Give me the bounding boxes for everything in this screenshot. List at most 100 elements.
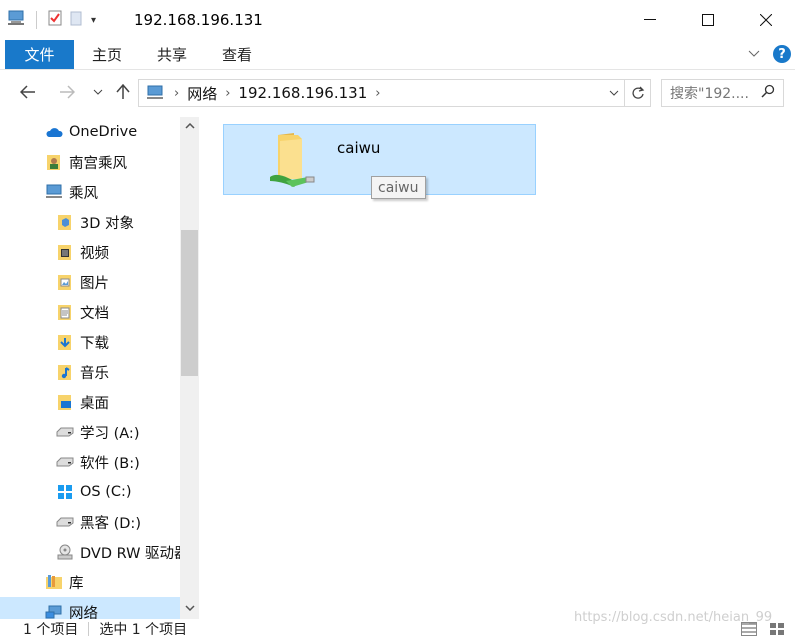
- pictures-icon: [56, 273, 74, 291]
- tab-home[interactable]: 主页: [92, 40, 122, 69]
- breadcrumb-separator-icon[interactable]: ›: [174, 86, 179, 101]
- breadcrumb-network[interactable]: 网络: [187, 83, 217, 104]
- windows-drive-icon: [56, 483, 74, 501]
- folder-tooltip: caiwu: [371, 176, 426, 199]
- ribbon-tabs: 文件 主页 共享 查看 ?: [0, 40, 795, 70]
- sidebar-item-label: 学习 (A:): [80, 425, 140, 442]
- sidebar-item-network[interactable]: 网络: [0, 597, 180, 619]
- sidebar-item-drive-c[interactable]: OS (C:): [0, 477, 180, 507]
- tab-file[interactable]: 文件: [5, 40, 74, 69]
- sidebar-item-label: 3D 对象: [80, 215, 134, 232]
- cloud-icon: [45, 123, 63, 141]
- new-folder-icon[interactable]: [69, 10, 85, 30]
- sidebar-item-label: 桌面: [80, 395, 109, 412]
- file-explorer-window: ▾ 192.168.196.131 文件 主页 共享 查看 ? › 网络 › 1…: [0, 0, 795, 638]
- sidebar-item-label: 库: [69, 575, 84, 592]
- selected-count: 选中 1 个项目: [99, 621, 188, 638]
- close-button[interactable]: [737, 0, 795, 40]
- sidebar-item-label: 视频: [80, 245, 109, 262]
- documents-icon: [56, 303, 74, 321]
- refresh-button[interactable]: [624, 80, 650, 106]
- sidebar-item-label: 乘风: [69, 185, 98, 202]
- sidebar-scrollbar[interactable]: [180, 117, 199, 619]
- tab-share[interactable]: 共享: [157, 40, 187, 69]
- shared-folder-icon: [268, 131, 320, 193]
- status-bar: 1 个项目 选中 1 个项目: [0, 619, 795, 638]
- sidebar-item-label: 图片: [80, 275, 109, 292]
- search-placeholder: 搜索"192....: [670, 86, 749, 102]
- music-icon: [56, 363, 74, 381]
- sidebar-item-drive-b[interactable]: 软件 (B:): [0, 447, 180, 477]
- library-icon: [45, 573, 63, 591]
- downloads-icon: [56, 333, 74, 351]
- sidebar-item-user[interactable]: 南宫乘风: [0, 147, 180, 177]
- toolbar-divider: [36, 11, 37, 29]
- desktop-icon: [56, 393, 74, 411]
- computer-icon: [45, 183, 63, 201]
- expand-ribbon-icon[interactable]: [748, 46, 760, 62]
- dvd-drive-icon: [56, 543, 74, 561]
- navigation-bar: › 网络 › 192.168.196.131 › 搜索"192....: [0, 74, 795, 112]
- navigation-pane: OneDrive 南宫乘风 乘风 3D 对象 视频 图片 文档 下载 音乐 桌面…: [0, 117, 200, 619]
- sidebar-item-this-pc[interactable]: 乘风: [0, 177, 180, 207]
- breadcrumb-separator-icon[interactable]: ›: [375, 86, 380, 101]
- sidebar-item-label: 文档: [80, 305, 109, 322]
- network-icon: [146, 85, 166, 101]
- sidebar-item-label: 网络: [69, 605, 98, 620]
- sidebar-item-desktop[interactable]: 桌面: [0, 387, 180, 417]
- tab-view[interactable]: 查看: [222, 40, 252, 69]
- help-icon[interactable]: ?: [773, 45, 791, 63]
- sidebar-item-label: 南宫乘风: [69, 155, 127, 172]
- sidebar-item-dvd-drive[interactable]: DVD RW 驱动器: [0, 537, 180, 567]
- sidebar-item-videos[interactable]: 视频: [0, 237, 180, 267]
- sidebar-item-downloads[interactable]: 下载: [0, 327, 180, 357]
- sidebar-item-drive-d[interactable]: 黑客 (D:): [0, 507, 180, 537]
- sidebar-item-music[interactable]: 音乐: [0, 357, 180, 387]
- sidebar-item-label: 下载: [80, 335, 109, 352]
- scrollbar-thumb[interactable]: [181, 230, 198, 376]
- address-bar[interactable]: › 网络 › 192.168.196.131 ›: [138, 79, 651, 107]
- forward-button[interactable]: [55, 80, 79, 104]
- sidebar-item-drive-a[interactable]: 学习 (A:): [0, 417, 180, 447]
- user-folder-icon: [45, 153, 63, 171]
- folder-name[interactable]: caiwu: [337, 139, 380, 157]
- sidebar-item-label: OneDrive: [69, 124, 138, 140]
- folder-tile-caiwu[interactable]: caiwu caiwu: [223, 124, 536, 199]
- status-divider: [88, 621, 90, 636]
- sidebar-item-label: DVD RW 驱动器: [80, 545, 180, 562]
- drive-icon: [56, 453, 74, 471]
- window-title: 192.168.196.131: [134, 11, 263, 29]
- address-history-dropdown[interactable]: [604, 80, 624, 106]
- minimize-button[interactable]: [621, 0, 679, 40]
- file-list-pane[interactable]: caiwu caiwu https://blog.csdn.net/heian_…: [200, 117, 795, 625]
- sidebar-item-3d-objects[interactable]: 3D 对象: [0, 207, 180, 237]
- breadcrumb-separator-icon[interactable]: ›: [225, 86, 230, 101]
- recent-locations-button[interactable]: [86, 80, 110, 104]
- sidebar-item-onedrive[interactable]: OneDrive: [0, 117, 180, 147]
- sidebar-item-libraries[interactable]: 库: [0, 567, 180, 597]
- sidebar-item-label: 音乐: [80, 365, 109, 382]
- properties-icon[interactable]: [47, 10, 63, 30]
- drive-icon: [56, 423, 74, 441]
- customize-toolbar-icon[interactable]: ▾: [91, 15, 96, 26]
- sidebar-item-pictures[interactable]: 图片: [0, 267, 180, 297]
- up-button[interactable]: [111, 80, 135, 104]
- sidebar-item-documents[interactable]: 文档: [0, 297, 180, 327]
- breadcrumb-host[interactable]: 192.168.196.131: [238, 84, 367, 102]
- 3d-objects-icon: [56, 213, 74, 231]
- scroll-up-icon[interactable]: [180, 117, 199, 135]
- maximize-button[interactable]: [679, 0, 737, 40]
- videos-icon: [56, 243, 74, 261]
- computer-icon[interactable]: [8, 10, 26, 30]
- search-icon[interactable]: [761, 84, 775, 102]
- details-view-icon[interactable]: [740, 621, 758, 636]
- sidebar-item-label: 黑客 (D:): [80, 515, 141, 532]
- search-input[interactable]: 搜索"192....: [661, 79, 784, 107]
- quick-access-toolbar: ▾: [8, 10, 96, 30]
- back-button[interactable]: [16, 80, 40, 104]
- large-icons-view-icon[interactable]: [768, 621, 786, 636]
- network-icon: [45, 603, 63, 619]
- title-bar: ▾ 192.168.196.131: [0, 0, 795, 40]
- sidebar-item-label: 软件 (B:): [80, 455, 140, 472]
- scroll-down-icon[interactable]: [180, 599, 199, 617]
